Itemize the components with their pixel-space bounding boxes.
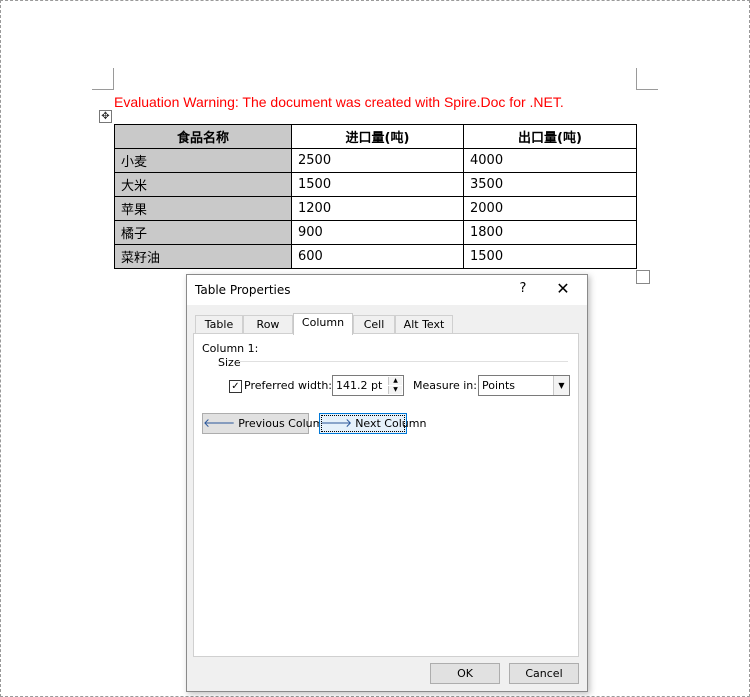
column-tab-panel: Column 1: Size ✓ Preferred width: 141.2 … xyxy=(193,333,579,657)
table-move-handle-icon[interactable]: ✥ xyxy=(99,110,112,123)
table-cell[interactable]: 1500 xyxy=(291,172,464,197)
table-cell[interactable]: 2000 xyxy=(463,196,637,221)
size-separator xyxy=(238,361,568,362)
size-group-label: Size xyxy=(218,356,241,369)
ok-button[interactable]: OK xyxy=(430,663,500,684)
table-cell[interactable]: 900 xyxy=(291,220,464,245)
spin-up-icon[interactable]: ▲ xyxy=(388,377,402,385)
table-cell[interactable]: 600 xyxy=(291,244,464,269)
table-cell[interactable]: 2500 xyxy=(291,148,464,173)
table-cell[interactable]: 1800 xyxy=(463,220,637,245)
spin-down-icon[interactable]: ▼ xyxy=(388,386,402,394)
header-cell[interactable]: 食品名称 xyxy=(114,124,292,149)
table-cell[interactable]: 4000 xyxy=(463,148,637,173)
previous-column-button[interactable]: 🡐 Previous Column xyxy=(202,413,330,434)
table-row: 菜籽油 600 1500 xyxy=(114,244,637,269)
preferred-width-label: Preferred width: xyxy=(244,379,333,392)
cancel-button[interactable]: Cancel xyxy=(509,663,579,684)
table-row: 橘子 900 1800 xyxy=(114,220,637,245)
table-cell[interactable]: 菜籽油 xyxy=(114,244,292,269)
margin-corner-top-right xyxy=(636,68,658,90)
tab-alt-text[interactable]: Alt Text xyxy=(395,315,453,334)
tab-row[interactable]: Row xyxy=(243,315,293,334)
table-cell[interactable]: 1500 xyxy=(463,244,637,269)
close-icon[interactable]: ✕ xyxy=(553,279,573,298)
table-row: 小麦 2500 4000 xyxy=(114,148,637,173)
table-cell[interactable]: 橘子 xyxy=(114,220,292,245)
arrow-left-icon: 🡐 xyxy=(203,416,236,430)
table-row: 大米 1500 3500 xyxy=(114,172,637,197)
table-cell[interactable]: 1200 xyxy=(291,196,464,221)
dialog-title: Table Properties xyxy=(195,283,291,297)
column-number-label: Column 1: xyxy=(202,342,259,355)
header-cell[interactable]: 出口量(吨) xyxy=(463,124,637,149)
evaluation-warning: Evaluation Warning: The document was cre… xyxy=(114,94,564,110)
arrow-right-icon: 🡒 xyxy=(320,416,353,430)
tab-cell[interactable]: Cell xyxy=(353,315,395,334)
measure-in-select[interactable]: Points ▼ xyxy=(478,375,570,396)
header-cell[interactable]: 进口量(吨) xyxy=(291,124,464,149)
help-button[interactable]: ? xyxy=(515,281,531,296)
chevron-down-icon[interactable]: ▼ xyxy=(553,376,569,395)
next-column-button[interactable]: 🡒 Next Column xyxy=(319,413,426,434)
preferred-width-checkbox[interactable]: ✓ xyxy=(229,380,242,393)
tab-column[interactable]: Column xyxy=(293,313,353,335)
margin-corner-top-left xyxy=(92,68,114,90)
document-table: 食品名称 进口量(吨) 出口量(吨) 小麦 2500 4000 大米 1500 … xyxy=(114,124,637,269)
measure-in-label: Measure in: xyxy=(413,379,477,392)
table-properties-dialog: Table Properties ? ✕ Table Row Column Ce… xyxy=(186,274,588,692)
preferred-width-value: 141.2 pt xyxy=(336,379,383,392)
dialog-titlebar[interactable]: Table Properties ? ✕ xyxy=(187,275,587,305)
table-cell[interactable]: 大米 xyxy=(114,172,292,197)
measure-in-value: Points xyxy=(482,379,516,392)
table-cell[interactable]: 小麦 xyxy=(114,148,292,173)
table-cell[interactable]: 苹果 xyxy=(114,196,292,221)
preferred-width-input[interactable]: 141.2 pt ▲ ▼ xyxy=(332,375,404,396)
table-cell[interactable]: 3500 xyxy=(463,172,637,197)
table-resize-handle-icon[interactable] xyxy=(636,270,650,284)
table-header-row: 食品名称 进口量(吨) 出口量(吨) xyxy=(114,124,637,149)
tab-table[interactable]: Table xyxy=(195,315,243,334)
table-row: 苹果 1200 2000 xyxy=(114,196,637,221)
